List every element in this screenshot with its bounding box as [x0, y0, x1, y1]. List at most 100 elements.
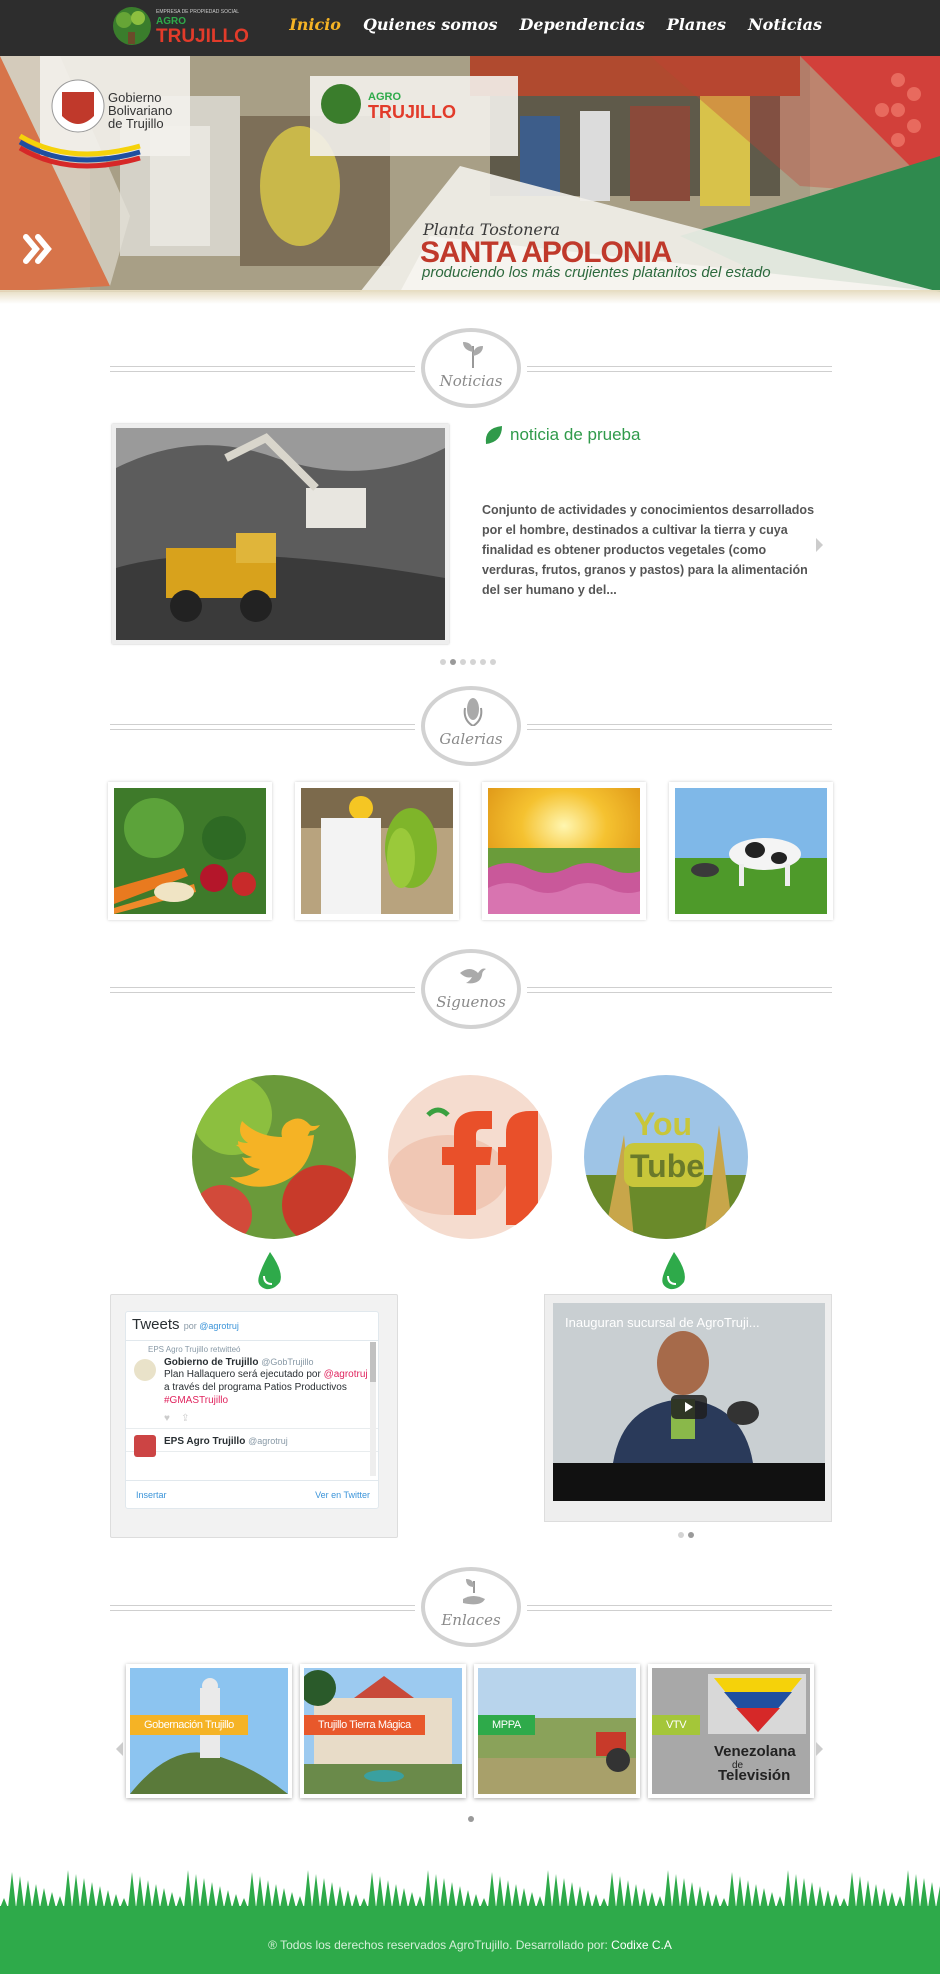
nav-inicio[interactable]: Inicio — [289, 15, 341, 34]
footer-developer-link[interactable]: Codixe C.A — [611, 1938, 672, 1952]
link-label-vtv[interactable]: VTV — [652, 1715, 701, 1735]
news-dot-5[interactable] — [480, 659, 486, 665]
youtube-icon: You Tube — [584, 1075, 748, 1239]
vegetables-photo — [114, 788, 266, 914]
gallery-item-1[interactable] — [108, 782, 272, 920]
video-title[interactable]: Inauguran sucursal de AgroTruji... — [565, 1315, 760, 1330]
link-mppa[interactable]: MPPA — [474, 1664, 640, 1798]
avatar[interactable] — [134, 1435, 156, 1457]
green-drop-icon — [662, 1252, 685, 1290]
hero-shadow — [0, 290, 940, 304]
link-trujillo-tierra-magica[interactable]: Trujillo Tierra Mágica — [300, 1664, 466, 1798]
twitter-timeline: Tweets por @agrotruj EPS Agro Trujillo r… — [125, 1311, 379, 1509]
news-dot-2[interactable] — [450, 659, 456, 665]
link-vtv[interactable]: Venezolana de Televisión VTV — [648, 1664, 814, 1798]
gallery-item-3[interactable] — [482, 782, 648, 920]
hero-next-button[interactable] — [22, 232, 56, 271]
facebook-icon — [388, 1075, 552, 1239]
sprout-icon — [463, 342, 483, 368]
twitter-header-title: Tweets — [132, 1316, 180, 1333]
grass-decoration — [0, 1870, 940, 1910]
main-menu: Inicio Quienes somos Dependencias Planes… — [289, 15, 822, 34]
news-dot-4[interactable] — [470, 659, 476, 665]
tweet-author-handle[interactable]: @agrotruj — [248, 1436, 288, 1446]
news-image[interactable] — [112, 424, 449, 644]
video-dot-1[interactable] — [678, 1532, 684, 1538]
section-title-enlaces: Enlaces — [441, 1611, 501, 1629]
twitter-header-handle[interactable]: @agrotruj — [199, 1321, 239, 1331]
youtube-video-player[interactable]: Inauguran sucursal de AgroTruji... — [553, 1303, 825, 1501]
twitter-scrollbar[interactable] — [370, 1342, 376, 1476]
news-title-text[interactable]: noticia de prueba — [510, 425, 640, 445]
svg-text:You: You — [634, 1106, 692, 1142]
play-icon — [685, 1402, 693, 1412]
gallery-item-2[interactable] — [295, 782, 459, 920]
news-dot-6[interactable] — [490, 659, 496, 665]
facebook-social-link[interactable] — [388, 1075, 552, 1239]
tweet-author-name[interactable]: EPS Agro Trujillo — [164, 1436, 245, 1447]
links-prev-arrow[interactable] — [116, 1742, 123, 1756]
section-title-siguenos: Siguenos — [436, 993, 506, 1011]
twitter-embed-link[interactable]: Insertar — [136, 1490, 167, 1500]
nav-noticias[interactable]: Noticias — [748, 15, 822, 34]
agrotrujillo-logo[interactable]: EMPRESA DE PROPIEDAD SOCIAL AGRO TRUJILL… — [110, 2, 270, 50]
news-next-arrow[interactable] — [816, 538, 823, 552]
top-navbar: EMPRESA DE PROPIEDAD SOCIAL AGRO TRUJILL… — [0, 0, 940, 56]
double-chevron-right-icon — [23, 234, 52, 264]
section-title-noticias: Noticias — [439, 372, 503, 390]
tweet-mention[interactable]: @agrotruj — [324, 1369, 368, 1380]
link-label-gobernacion[interactable]: Gobernación Trujillo — [130, 1715, 248, 1735]
logo-small-text: EMPRESA DE PROPIEDAD SOCIAL — [156, 9, 239, 15]
news-title[interactable]: noticia de prueba — [484, 424, 640, 446]
green-drop-icon — [258, 1252, 281, 1290]
tweet-hashtag[interactable]: #GMASTrujillo — [164, 1395, 228, 1406]
tweet-author-handle[interactable]: @GobTrujillo — [261, 1357, 313, 1367]
section-header-enlaces: Enlaces — [110, 1565, 832, 1649]
heart-icon[interactable]: ♥ — [164, 1413, 170, 1424]
share-icon[interactable]: ⇪ — [181, 1413, 189, 1424]
hero-slider: AGRO TRUJILLO Gobierno Bolivariano de Tr… — [0, 56, 940, 292]
section-title-galerias: Galerias — [439, 730, 503, 748]
links-dot-1[interactable] — [468, 1816, 474, 1822]
twitter-social-link[interactable] — [192, 1075, 356, 1239]
galerias-badge: Galerias — [421, 686, 521, 766]
twitter-feed[interactable]: EPS Agro Trujillo retwitteó Gobierno de … — [126, 1340, 378, 1480]
avatar[interactable] — [134, 1359, 156, 1381]
video-play-button[interactable] — [671, 1395, 707, 1419]
enlaces-badge: Enlaces — [421, 1567, 521, 1647]
twitter-header: Tweets por @agrotruj — [132, 1316, 239, 1333]
hand-plant-icon — [463, 1579, 485, 1605]
twitter-widget-frame: Tweets por @agrotruj EPS Agro Trujillo r… — [110, 1294, 398, 1538]
nav-dependencias[interactable]: Dependencias — [519, 15, 644, 34]
logo-main-text: TRUJILLO — [156, 26, 249, 47]
tweet-item[interactable]: EPS Agro Trujillo retwitteó Gobierno de … — [126, 1341, 378, 1429]
tweet-author-name[interactable]: Gobierno de Trujillo — [164, 1357, 258, 1368]
bananas-photo — [301, 788, 453, 914]
nav-planes[interactable]: Planes — [667, 15, 726, 34]
footer-copyright: ® Todos los derechos reservados AgroTruj… — [268, 1938, 608, 1952]
footer: ® Todos los derechos reservados AgroTruj… — [0, 1906, 940, 1974]
news-dot-3[interactable] — [460, 659, 466, 665]
vtv-sign-text-1: Venezolana — [714, 1743, 796, 1760]
vtv-sign-text-3: Televisión — [718, 1767, 790, 1784]
bird-icon — [460, 968, 486, 984]
hero-logo-main: TRUJILLO — [368, 102, 456, 122]
footer-text: ® Todos los derechos reservados AgroTruj… — [0, 1938, 940, 1952]
twitter-view-link[interactable]: Ver en Twitter — [315, 1490, 370, 1500]
link-gobernacion-trujillo[interactable]: Gobernación Trujillo — [126, 1664, 292, 1798]
youtube-social-link[interactable]: You Tube — [584, 1075, 748, 1239]
news-dot-1[interactable] — [440, 659, 446, 665]
video-dot-2[interactable] — [688, 1532, 694, 1538]
section-header-siguenos: Siguenos — [110, 947, 832, 1031]
tweet-actions: ♥ ⇪ — [164, 1413, 370, 1424]
news-body: Conjunto de actividades y conocimientos … — [482, 503, 815, 597]
links-next-arrow[interactable] — [816, 1742, 823, 1756]
gallery-item-4[interactable] — [669, 782, 833, 920]
news-pagination — [440, 659, 496, 665]
tweet-item[interactable]: EPS Agro Trujillo @agrotruj — [126, 1429, 378, 1457]
noticias-badge: Noticias — [421, 328, 521, 408]
leaf-icon — [485, 426, 502, 444]
nav-quienes-somos[interactable]: Quienes somos — [363, 15, 498, 34]
link-label-tierra-magica[interactable]: Trujillo Tierra Mágica — [304, 1715, 425, 1735]
link-label-mppa[interactable]: MPPA — [478, 1715, 535, 1735]
